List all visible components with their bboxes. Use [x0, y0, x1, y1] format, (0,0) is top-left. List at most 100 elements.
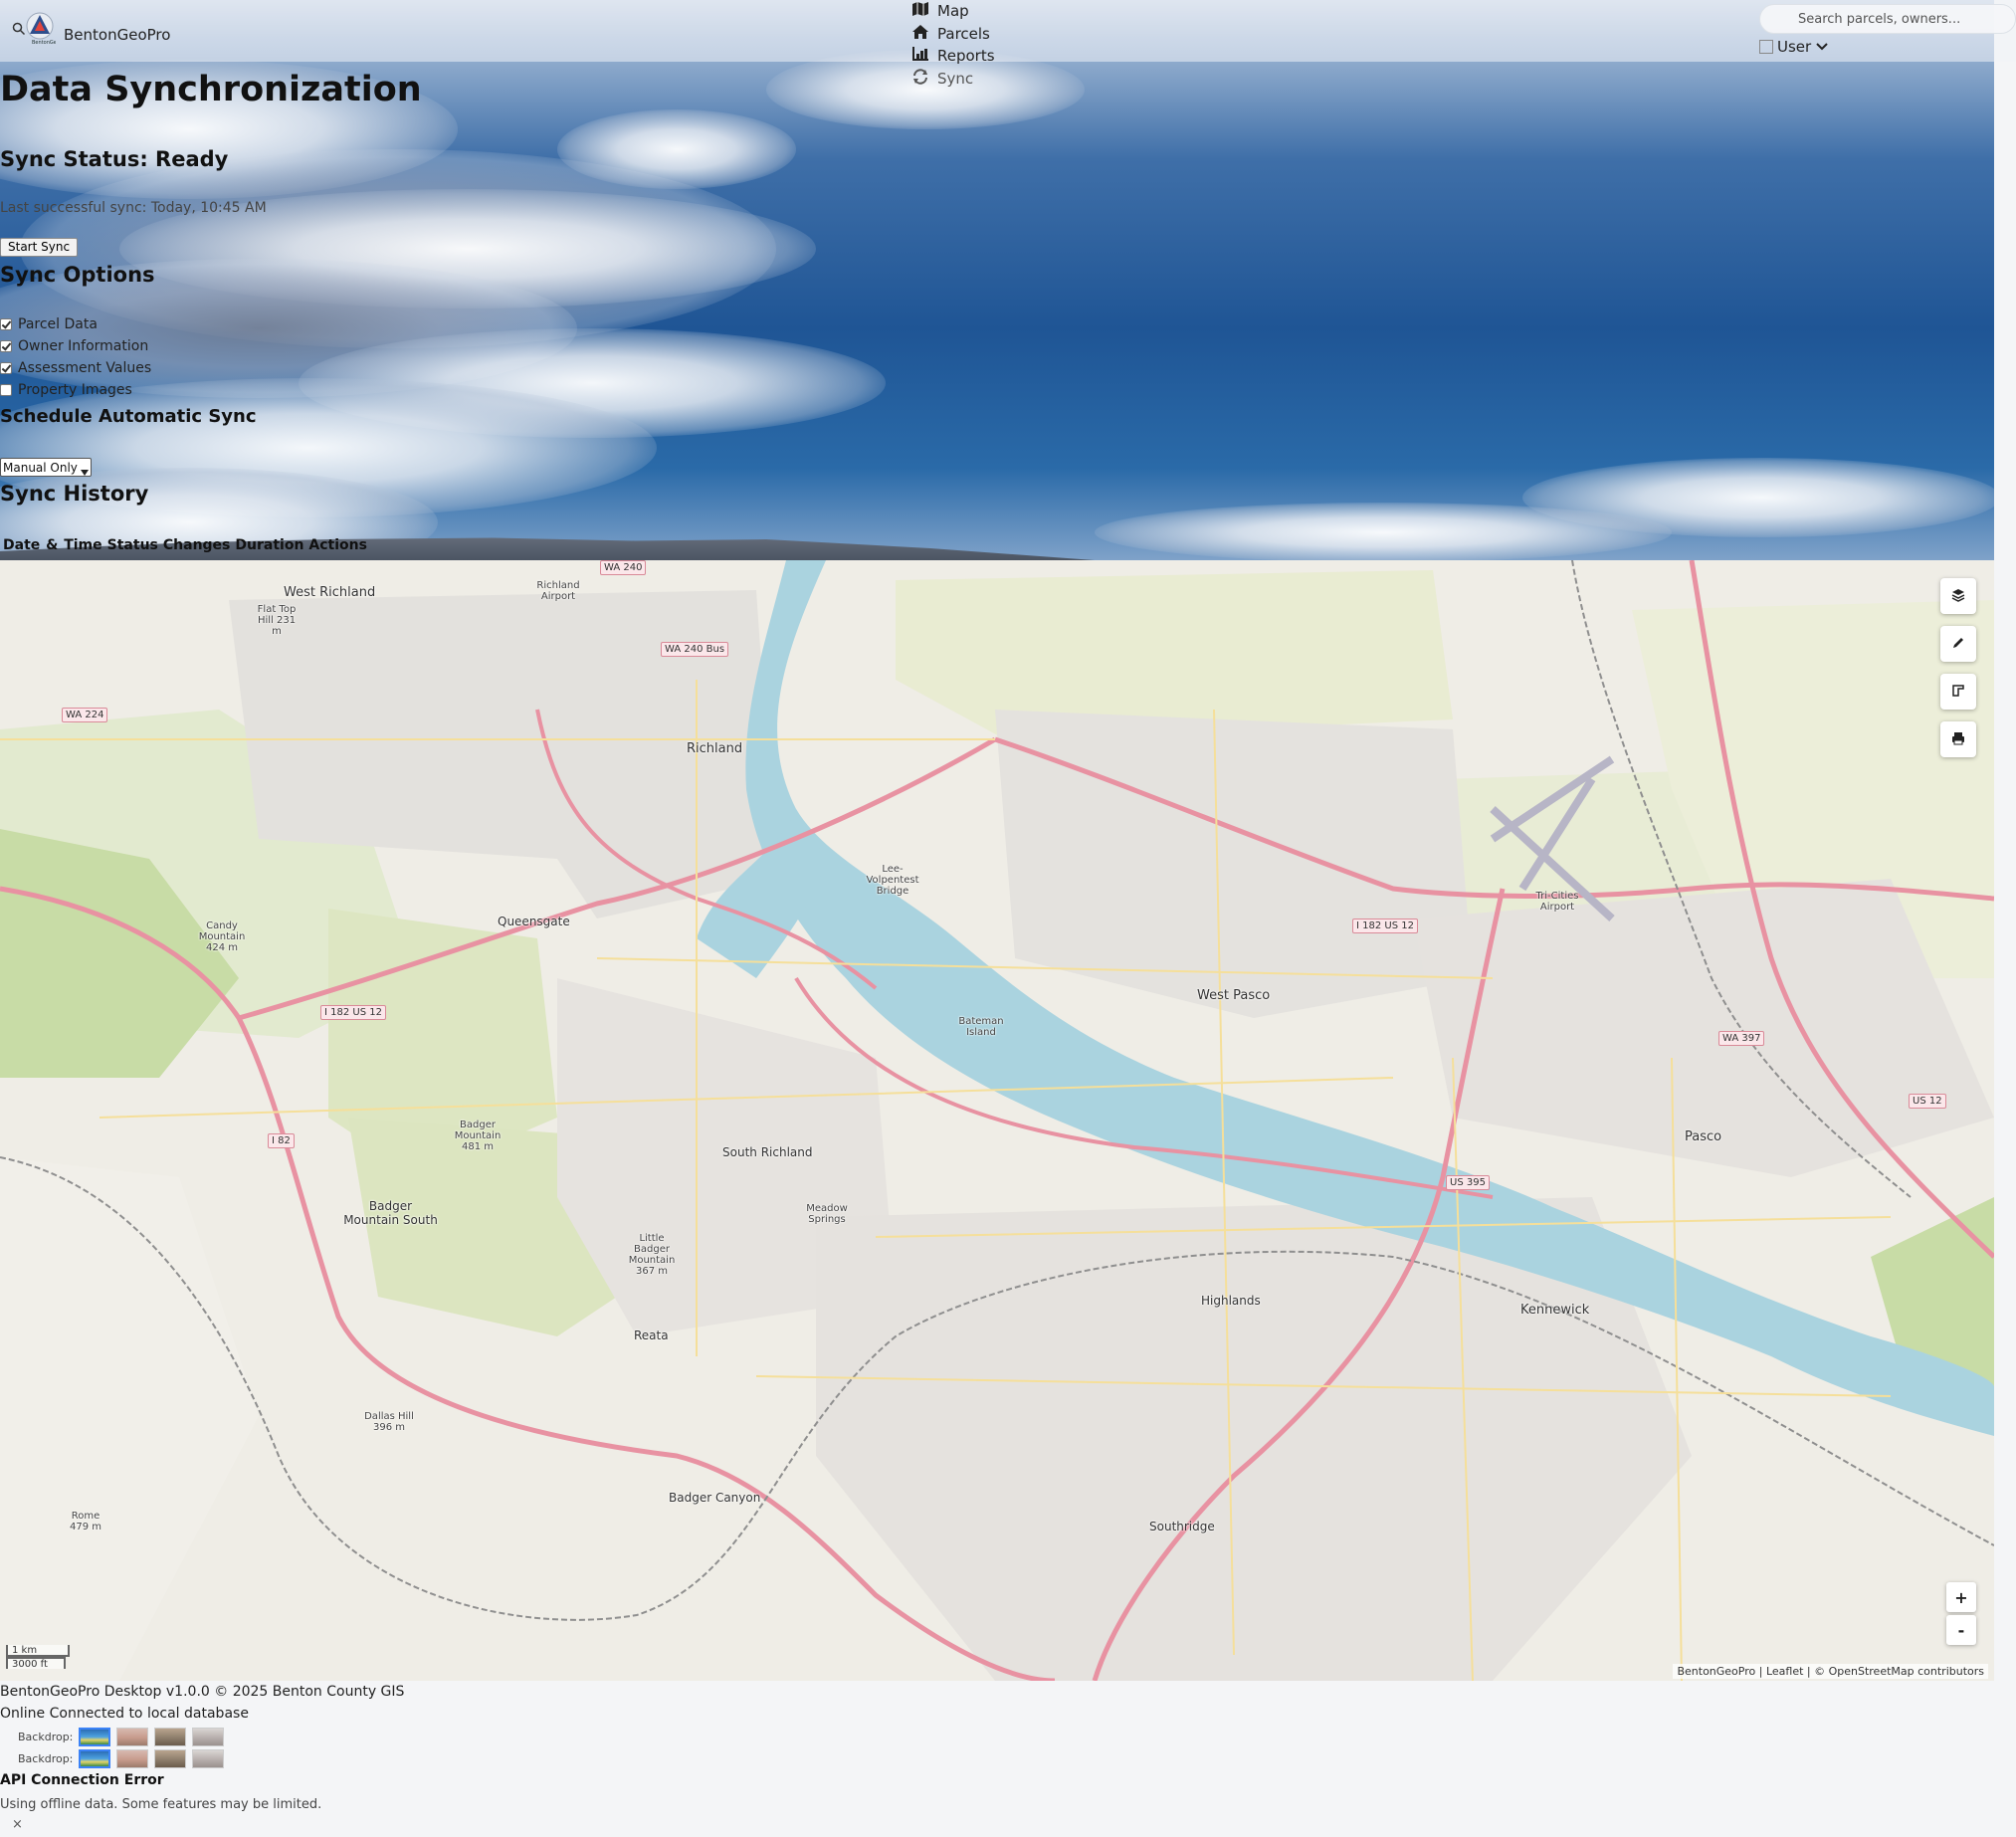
- sync-icon: [911, 69, 929, 89]
- backdrop-thumb-dusk[interactable]: [154, 1749, 187, 1768]
- zoom-in-button[interactable]: +: [1946, 1582, 1976, 1612]
- app-title: BentonGeoPro: [64, 26, 171, 44]
- map-label: Southridge: [1149, 1520, 1215, 1533]
- map-label: Badger Canyon: [669, 1491, 761, 1505]
- column-header: Actions: [308, 537, 367, 553]
- nav-item-label: Sync: [937, 69, 974, 88]
- option-label: Property Images: [18, 382, 132, 398]
- page-title: Data Synchronization: [0, 70, 422, 109]
- map-label: Meadow Springs: [806, 1203, 848, 1225]
- route-shield: I 182 US 12: [320, 1005, 386, 1020]
- chevron-down-icon: [80, 465, 89, 476]
- option-parcel-data[interactable]: Parcel Data: [0, 316, 98, 332]
- map-view[interactable]: West Richland Richland Queensgate West P…: [0, 560, 1994, 1681]
- map-label: Kennewick: [1520, 1303, 1590, 1318]
- map-label: Badger Mountain 481 m: [454, 1120, 502, 1152]
- connection-status: Online Connected to local database: [0, 1706, 249, 1722]
- user-menu[interactable]: User: [1759, 38, 1829, 56]
- backdrop-label: Backdrop:: [18, 1752, 74, 1765]
- user-label: User: [1777, 38, 1812, 56]
- route-shield: WA 240 Bus: [661, 642, 729, 657]
- parcel-data-checkbox[interactable]: [0, 318, 12, 330]
- layers-button[interactable]: [1940, 578, 1976, 614]
- backdrop-thumb-haze[interactable]: [192, 1728, 225, 1746]
- footer: [0, 1681, 2016, 1837]
- scale-metric: 1 km: [6, 1645, 70, 1657]
- svg-text:BentonGeo: BentonGeo: [32, 40, 56, 46]
- start-sync-button[interactable]: Start Sync: [0, 238, 79, 257]
- map-label: Lee-Volpentest Bridge: [866, 864, 919, 897]
- backdrop-thumb-dusk[interactable]: [154, 1728, 187, 1746]
- layers-icon: [1951, 587, 1965, 606]
- search-input[interactable]: [1796, 10, 1999, 28]
- schedule-value: Manual Only: [3, 460, 78, 475]
- nav-item-label: Map: [937, 2, 969, 21]
- history-table-header: Date & Time Status Changes Duration Actions: [3, 537, 372, 553]
- nav-item-map[interactable]: Map: [911, 0, 995, 23]
- print-icon: [1951, 730, 1965, 749]
- backdrop-thumb-sky[interactable]: [79, 1728, 111, 1746]
- sync-options-heading: Sync Options: [0, 263, 155, 287]
- logo-icon: BentonGeo: [10, 10, 60, 46]
- search-box[interactable]: [1759, 4, 2016, 34]
- map-label: Dallas Hill 396 m: [364, 1411, 414, 1433]
- backdrop-thumb-sunset[interactable]: [116, 1728, 149, 1746]
- map-scale: 1 km 3000 ft: [6, 1645, 70, 1670]
- map-label: Richland: [687, 741, 743, 756]
- backdrop-label: Backdrop:: [18, 1731, 74, 1743]
- map-label: Reata: [634, 1328, 669, 1342]
- owner-information-checkbox[interactable]: [0, 340, 12, 352]
- route-shield: WA 240: [600, 560, 647, 575]
- option-assessment-values[interactable]: Assessment Values: [0, 360, 151, 376]
- version-text: BentonGeoPro Desktop v1.0.0 © 2025 Bento…: [0, 1684, 405, 1700]
- nav-item-label: Parcels: [937, 24, 990, 43]
- schedule-select[interactable]: Manual Only: [0, 458, 92, 477]
- app-logo[interactable]: BentonGeo BentonGeoPro: [10, 10, 170, 46]
- draw-button[interactable]: [1940, 626, 1976, 662]
- backdrop-thumb-haze[interactable]: [192, 1749, 225, 1768]
- option-property-images[interactable]: Property Images: [0, 382, 132, 398]
- map-label: Tri-Cities Airport: [1535, 891, 1579, 913]
- zoom-out-button[interactable]: -: [1946, 1615, 1976, 1645]
- sync-status-heading: Sync Status: Ready: [0, 147, 229, 171]
- home-icon: [911, 24, 929, 44]
- map-label: Pasco: [1685, 1129, 1722, 1144]
- measure-button[interactable]: [1940, 674, 1976, 710]
- map-label: Flat Top Hill 231 m: [257, 604, 297, 637]
- option-owner-information[interactable]: Owner Information: [0, 338, 148, 354]
- backdrop-thumb-sunset[interactable]: [116, 1749, 149, 1768]
- route-shield: I 82: [268, 1133, 295, 1148]
- column-header: Status: [106, 537, 158, 553]
- map-label: South Richland: [722, 1145, 813, 1159]
- close-icon[interactable]: ×: [12, 1817, 23, 1832]
- nav-item-sync[interactable]: Sync: [911, 68, 995, 91]
- chevron-down-icon: [1815, 38, 1829, 56]
- print-button[interactable]: [1940, 721, 1976, 757]
- map-tiles: [0, 560, 1994, 1681]
- main-nav: Map Parcels Reports Sync: [911, 0, 995, 90]
- pencil-icon: [1951, 635, 1965, 654]
- route-shield: US 395: [1446, 1175, 1490, 1190]
- map-label: Bateman Island: [958, 1016, 1004, 1038]
- nav-item-parcels[interactable]: Parcels: [911, 23, 995, 46]
- map-label: Candy Mountain 424 m: [198, 920, 246, 953]
- scale-imperial: 3000 ft: [6, 1657, 66, 1670]
- ruler-icon: [1951, 683, 1965, 702]
- map-icon: [911, 1, 929, 21]
- last-sync-text: Last successful sync: Today, 10:45 AM: [0, 200, 267, 216]
- schedule-heading: Schedule Automatic Sync: [0, 406, 257, 427]
- assessment-values-checkbox[interactable]: [0, 362, 12, 374]
- backdrop-picker: Backdrop:: [18, 1749, 225, 1768]
- user-avatar-icon: [1759, 40, 1773, 54]
- map-attribution[interactable]: BentonGeoPro | Leaflet | © OpenStreetMap…: [1673, 1664, 1988, 1679]
- sync-history-heading: Sync History: [0, 482, 149, 506]
- nav-item-reports[interactable]: Reports: [911, 45, 995, 68]
- column-header: Duration: [235, 537, 304, 553]
- route-shield: WA 224: [62, 708, 108, 722]
- option-label: Parcel Data: [18, 316, 98, 332]
- property-images-checkbox[interactable]: [0, 384, 12, 396]
- map-label: Badger Mountain South: [343, 1199, 438, 1227]
- backdrop-thumb-sky[interactable]: [79, 1749, 111, 1768]
- route-shield: US 12: [1909, 1094, 1946, 1109]
- option-label: Owner Information: [18, 338, 149, 354]
